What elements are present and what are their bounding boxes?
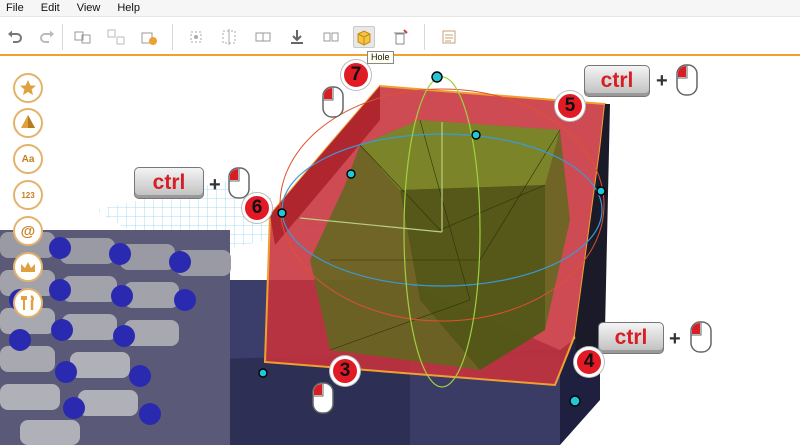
tools-icon — [21, 294, 35, 310]
gizmo-handle — [431, 71, 443, 83]
shapes-button[interactable] — [13, 108, 43, 138]
menu-bar: File Edit View Help — [0, 0, 800, 17]
import-shape-icon — [141, 32, 157, 45]
menu-view[interactable]: View — [77, 2, 101, 14]
download-button[interactable] — [286, 26, 308, 48]
star-icon — [20, 80, 36, 95]
gizmo-handle — [569, 395, 581, 407]
plus-sign: + — [669, 328, 681, 350]
delete-button[interactable] — [389, 26, 411, 48]
delete-icon — [394, 29, 408, 45]
scene-canvas[interactable] — [0, 56, 800, 445]
hole-icon — [357, 30, 371, 46]
crown-icon — [21, 262, 35, 272]
numbers-icon: 123 — [21, 190, 35, 200]
ungroup-icon — [107, 29, 125, 45]
step-5-badge: 5 — [555, 91, 585, 121]
ctrl-key-icon: ctrl — [134, 167, 204, 199]
text-icon: Aa — [21, 153, 35, 165]
group-icon — [74, 31, 91, 44]
step-4-badge: 4 — [574, 347, 604, 377]
gizmo-handle — [258, 368, 268, 378]
ctrl-key-icon: ctrl — [598, 322, 664, 354]
mirror-button[interactable] — [320, 26, 342, 48]
favorites-button[interactable] — [13, 73, 43, 103]
gizmo-handle — [346, 169, 356, 179]
redo-button[interactable] — [36, 26, 58, 48]
gizmo-handle — [471, 130, 481, 140]
toolbar — [0, 18, 800, 56]
flip-button[interactable] — [218, 26, 240, 48]
hole-button[interactable] — [353, 26, 375, 48]
step-3-badge: 3 — [330, 356, 360, 386]
duplicate-button[interactable] — [252, 26, 274, 48]
menu-help[interactable]: Help — [117, 2, 140, 14]
plus-sign: + — [656, 70, 668, 92]
redo-icon — [40, 30, 54, 43]
numbers-button[interactable]: 123 — [13, 180, 43, 210]
mouse-right-click-icon — [676, 64, 698, 96]
group-button[interactable] — [72, 26, 94, 48]
toolbar-separator — [62, 24, 63, 50]
hole-tooltip: Hole — [367, 51, 394, 64]
download-icon — [291, 30, 303, 44]
crown-button[interactable] — [13, 252, 43, 282]
toolbar-separator — [424, 24, 425, 50]
mouse-right-click-icon — [312, 382, 334, 414]
shapes-icon — [21, 115, 35, 128]
import-shape-button[interactable] — [138, 26, 160, 48]
plus-sign: + — [209, 174, 221, 196]
text-button[interactable]: Aa — [13, 144, 43, 174]
toolbar-separator — [172, 24, 173, 50]
mouse-right-click-icon — [322, 86, 344, 118]
notes-icon — [442, 30, 456, 44]
ungroup-button[interactable] — [105, 26, 127, 48]
menu-file[interactable]: File — [6, 2, 24, 14]
duplicate-icon — [255, 32, 271, 42]
mouse-right-click-icon — [228, 167, 250, 199]
gizmo-handle — [277, 208, 287, 218]
tools-button[interactable] — [13, 288, 43, 318]
symbols-button[interactable]: @ — [13, 216, 43, 246]
undo-button[interactable] — [4, 26, 26, 48]
notes-button[interactable] — [438, 26, 460, 48]
at-sign-icon: @ — [20, 222, 36, 240]
step-7-badge: 7 — [341, 60, 371, 90]
align-icon — [190, 31, 202, 43]
undo-icon — [8, 30, 22, 43]
gizmo-handle — [596, 186, 606, 196]
workplane-viewport[interactable] — [0, 56, 800, 445]
menu-edit[interactable]: Edit — [41, 2, 60, 14]
align-button[interactable] — [185, 26, 207, 48]
ctrl-key-icon: ctrl — [584, 65, 650, 97]
mirror-icon — [323, 32, 339, 42]
mouse-right-click-icon — [690, 321, 712, 353]
flip-icon — [222, 29, 236, 45]
step-6-badge: 6 — [242, 193, 272, 223]
